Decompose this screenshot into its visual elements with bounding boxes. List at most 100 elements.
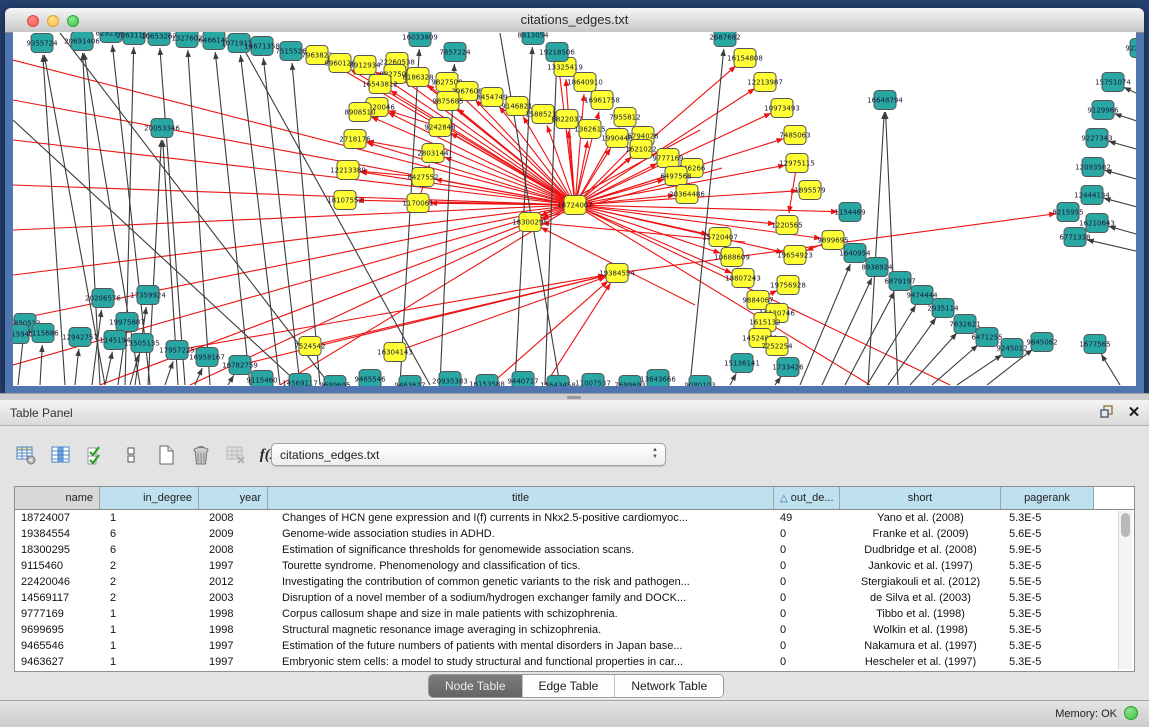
table-cell-in_degree[interactable]: 1	[100, 606, 199, 622]
table-cell-short[interactable]: Franke et al. (2009)	[840, 526, 1001, 542]
table-cell-in_degree[interactable]: 6	[100, 542, 199, 558]
table-cell-in_degree[interactable]: 1	[100, 654, 199, 670]
table-cell-year[interactable]: 2008	[199, 510, 268, 526]
network-node[interactable]: 6497568	[660, 167, 691, 186]
row-height-icon[interactable]	[119, 443, 143, 467]
network-node[interactable]: 1895579	[794, 181, 825, 200]
table-cell-year[interactable]: 1998	[199, 606, 268, 622]
table-cell-title[interactable]: Estimation of significance thresholds fo…	[268, 542, 774, 558]
table-cell-name[interactable]: 14569117	[15, 590, 100, 606]
table-cell-title[interactable]: Estimation of the future numbers of pati…	[268, 638, 774, 654]
table-settings-icon[interactable]	[14, 443, 38, 467]
network-node[interactable]: 9845062	[1026, 333, 1057, 352]
table-cell-in_degree[interactable]: 1	[100, 510, 199, 526]
network-node[interactable]: 1220565	[771, 216, 802, 235]
table-cell-title[interactable]: Tourette syndrome. Phenomenology and cla…	[268, 558, 774, 574]
network-node[interactable]: 6771338	[1059, 228, 1090, 247]
table-row[interactable]: 977716911998Corpus callosum shape and si…	[15, 606, 1134, 622]
table-row[interactable]: 1938455462009Genome-wide association stu…	[15, 526, 1134, 542]
network-node[interactable]: 8186328	[402, 68, 433, 87]
table-cell-in_degree[interactable]: 2	[100, 574, 199, 590]
table-cell-out_degree[interactable]: 0	[774, 638, 840, 654]
table-cell-pagerank[interactable]: 5.9E-5	[1001, 542, 1094, 558]
table-cell-out_degree[interactable]: 0	[774, 542, 840, 558]
network-node[interactable]: 9875685	[432, 92, 463, 111]
table-cell-in_degree[interactable]: 6	[100, 526, 199, 542]
table-cell-pagerank[interactable]: 5.6E-5	[1001, 526, 1094, 542]
network-node[interactable]: 9242848	[424, 118, 455, 137]
table-row[interactable]: 946554611997Estimation of the future num…	[15, 638, 1134, 654]
network-window-titlebar[interactable]: citations_edges.txt	[5, 8, 1144, 33]
column-header-name[interactable]: name	[15, 487, 100, 509]
table-cell-short[interactable]: Yano et al. (2008)	[840, 510, 1001, 526]
table-cell-out_degree[interactable]: 0	[774, 574, 840, 590]
table-cell-in_degree[interactable]: 1	[100, 638, 199, 654]
column-header-title[interactable]: title	[268, 487, 774, 509]
float-window-icon[interactable]	[1098, 404, 1118, 422]
network-canvas[interactable]: 1872400719384554183002957963822896012889…	[13, 32, 1136, 386]
network-node[interactable]: 1170061	[402, 194, 433, 213]
table-cell-short[interactable]: Nakamura et al. (1997)	[840, 638, 1001, 654]
column-header-year[interactable]: year	[199, 487, 268, 509]
table-row[interactable]: 946362711997Embryonic stem cells: a mode…	[15, 654, 1134, 670]
table-cell-short[interactable]: Hescheler et al. (1997)	[840, 654, 1001, 670]
network-node[interactable]: 7955812	[609, 108, 640, 127]
table-cell-short[interactable]: de Silva et al. (2003)	[840, 590, 1001, 606]
table-cell-short[interactable]: Wolkin et al. (1998)	[840, 622, 1001, 638]
table-vertical-scrollbar[interactable]	[1118, 511, 1132, 669]
network-node[interactable]: 1154469	[834, 203, 865, 222]
network-node[interactable]: 8427552	[407, 168, 438, 187]
table-cell-pagerank[interactable]: 5.3E-5	[1001, 510, 1094, 526]
network-node[interactable]: 9115460	[246, 371, 277, 387]
table-cell-name[interactable]: 9465546	[15, 638, 100, 654]
table-cell-title[interactable]: Disruption of a novel member of a sodium…	[268, 590, 774, 606]
table-cell-name[interactable]: 18300295	[15, 542, 100, 558]
table-cell-out_degree[interactable]: 0	[774, 526, 840, 542]
column-header-in_degree[interactable]: in_degree	[100, 487, 199, 509]
table-cell-out_degree[interactable]: 0	[774, 606, 840, 622]
column-header-out_degree[interactable]: △out_de...	[774, 487, 840, 509]
table-cell-name[interactable]: 18724007	[15, 510, 100, 526]
table-cell-name[interactable]: 9115460	[15, 558, 100, 574]
network-node[interactable]: 8908510	[344, 103, 375, 122]
table-cell-year[interactable]: 2012	[199, 574, 268, 590]
delete-trash-icon[interactable]	[189, 443, 213, 467]
table-cell-pagerank[interactable]: 5.3E-5	[1001, 558, 1094, 574]
table-cell-pagerank[interactable]: 5.3E-5	[1001, 638, 1094, 654]
table-cell-pagerank[interactable]: 5.3E-5	[1001, 622, 1094, 638]
table-cell-out_degree[interactable]: 0	[774, 622, 840, 638]
table-cell-out_degree[interactable]: 0	[774, 558, 840, 574]
table-row[interactable]: 911546021997Tourette syndrome. Phenomeno…	[15, 558, 1134, 574]
column-header-pagerank[interactable]: pagerank	[1001, 487, 1094, 509]
table-row[interactable]: 2242004622012Investigating the contribut…	[15, 574, 1134, 590]
table-cell-title[interactable]: Investigating the contribution of common…	[268, 574, 774, 590]
table-cell-year[interactable]: 1997	[199, 654, 268, 670]
table-cell-in_degree[interactable]: 2	[100, 558, 199, 574]
table-cell-title[interactable]: Changes of HCN gene expression and I(f) …	[268, 510, 774, 526]
table-cell-title[interactable]: Corpus callosum shape and size in male p…	[268, 606, 774, 622]
table-cell-name[interactable]: 19384554	[15, 526, 100, 542]
table-cell-year[interactable]: 1997	[199, 558, 268, 574]
divider-grip-icon[interactable]	[567, 396, 581, 399]
network-node[interactable]: 1677565	[1079, 335, 1110, 354]
network-node[interactable]: 9440717	[507, 372, 538, 387]
table-cell-pagerank[interactable]: 5.3E-5	[1001, 654, 1094, 670]
table-cell-year[interactable]: 2008	[199, 542, 268, 558]
table-cell-name[interactable]: 22420046	[15, 574, 100, 590]
table-cell-year[interactable]: 2009	[199, 526, 268, 542]
table-cell-title[interactable]: Genome-wide association studies in ADHD.	[268, 526, 774, 542]
table-row[interactable]: 969969511998Structural magnetic resonanc…	[15, 622, 1134, 638]
table-cell-out_degree[interactable]: 0	[774, 654, 840, 670]
table-cell-name[interactable]: 9699695	[15, 622, 100, 638]
split-pane-divider[interactable]	[0, 393, 1149, 400]
network-node[interactable]: 7485063	[779, 126, 810, 145]
table-cell-short[interactable]: Jankovic et al. (1997)	[840, 558, 1001, 574]
column-header-short[interactable]: short	[840, 487, 1001, 509]
table-selector-dropdown[interactable]: citations_edges.txt ▲▼	[271, 443, 666, 466]
table-cell-year[interactable]: 1998	[199, 622, 268, 638]
scrollbar-thumb[interactable]	[1121, 513, 1130, 537]
table-cell-year[interactable]: 1997	[199, 638, 268, 654]
select-rows-icon[interactable]	[84, 443, 108, 467]
table-cell-out_degree[interactable]: 0	[774, 590, 840, 606]
network-node[interactable]: 7524542	[294, 337, 325, 356]
